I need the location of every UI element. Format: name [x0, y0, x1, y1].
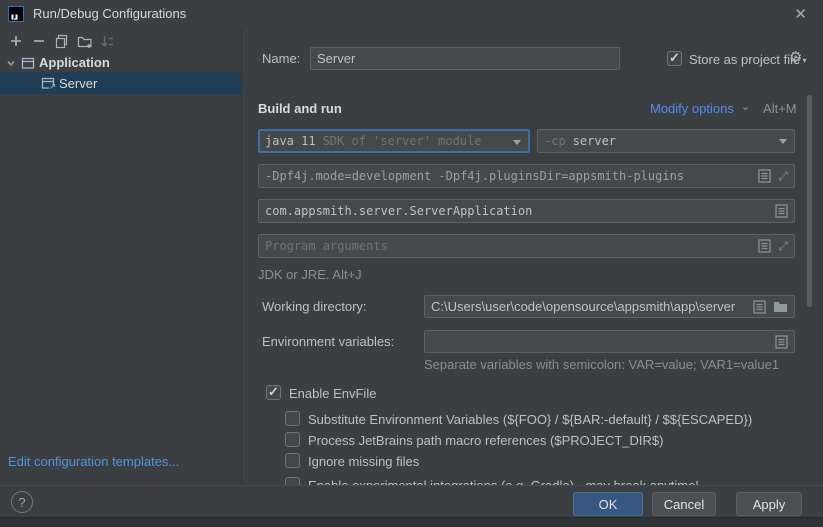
- jre-combobox[interactable]: java 11 SDK of 'server' module: [258, 129, 530, 153]
- experimental-integrations-label: Enable experimental integrations (e.g. G…: [308, 478, 699, 485]
- store-as-project-file-checkbox[interactable]: [667, 51, 682, 66]
- jre-value: java 11: [265, 134, 316, 148]
- chevron-down-icon[interactable]: [5, 57, 17, 69]
- combo-arrow-icon: [779, 139, 787, 144]
- name-label: Name:: [262, 51, 300, 66]
- jdk-hint: JDK or JRE. Alt+J: [258, 267, 362, 282]
- environment-variables-hint: Separate variables with semicolon: VAR=v…: [424, 357, 779, 372]
- expand-editor-icon[interactable]: ⤢: [778, 240, 788, 252]
- run-debug-configurations-dialog: Run/Debug Configurations ✕: [0, 0, 823, 527]
- configuration-form: Name: Store as project file ⚙▾ Build and…: [242, 27, 823, 485]
- working-directory-label: Working directory:: [262, 299, 367, 314]
- working-directory-input[interactable]: [431, 299, 747, 314]
- dialog-title: Run/Debug Configurations: [33, 6, 186, 21]
- sort-configurations-icon[interactable]: [96, 31, 119, 51]
- substitute-env-vars-label: Substitute Environment Variables (${FOO}…: [308, 412, 752, 427]
- ignore-missing-files-checkbox[interactable]: [285, 453, 300, 468]
- main-class-input[interactable]: [265, 204, 769, 218]
- macros-list-icon[interactable]: [753, 300, 766, 314]
- ignore-missing-files-label: Ignore missing files: [308, 454, 419, 469]
- enable-envfile-checkbox[interactable]: [266, 385, 281, 400]
- build-and-run-section-title: Build and run: [258, 101, 342, 116]
- help-button[interactable]: ?: [11, 491, 33, 513]
- vm-options-field-wrap: ⤢: [258, 164, 795, 188]
- environment-variables-field-wrap: [424, 330, 795, 353]
- program-arguments-input[interactable]: [265, 239, 752, 253]
- working-directory-field-wrap: [424, 295, 795, 318]
- chevron-down-icon: ⌄: [741, 100, 750, 113]
- apply-button[interactable]: Apply: [736, 492, 802, 516]
- edit-configuration-templates-link[interactable]: Edit configuration templates...: [8, 454, 179, 469]
- browse-class-list-icon[interactable]: [775, 204, 788, 218]
- vm-options-input[interactable]: [265, 169, 752, 183]
- modify-options-shortcut: Alt+M: [763, 101, 797, 116]
- modify-options-link[interactable]: Modify options: [650, 101, 734, 116]
- name-field-wrap: [310, 47, 620, 70]
- classpath-combobox[interactable]: -cp server: [537, 129, 795, 153]
- run-config-icon: [40, 75, 57, 91]
- tree-item-server[interactable]: Server: [0, 72, 241, 94]
- browse-folder-icon[interactable]: [773, 300, 788, 313]
- new-folder-icon[interactable]: [73, 31, 96, 51]
- environment-variables-label: Environment variables:: [262, 334, 394, 349]
- program-arguments-field-wrap: ⤢: [258, 234, 795, 258]
- footer-divider: [0, 485, 823, 486]
- tree-group-application[interactable]: Application: [0, 53, 241, 72]
- add-configuration-button[interactable]: [4, 31, 27, 51]
- enable-envfile-label: Enable EnvFile: [289, 386, 376, 401]
- classpath-value: server: [573, 134, 616, 148]
- modify-options-dropdown[interactable]: Modify options ⌄ Alt+M: [650, 101, 797, 116]
- copy-configuration-icon[interactable]: [50, 31, 73, 51]
- experimental-integrations-checkbox[interactable]: [285, 477, 300, 485]
- configurations-sidebar: Application Server Edit configuration te…: [0, 27, 242, 485]
- macros-list-icon[interactable]: [758, 169, 771, 183]
- ok-button[interactable]: OK: [573, 492, 643, 516]
- remove-configuration-button[interactable]: [27, 31, 50, 51]
- environment-variables-input[interactable]: [431, 334, 769, 349]
- env-vars-list-icon[interactable]: [775, 335, 788, 349]
- jre-hint: SDK of 'server' module: [323, 134, 482, 148]
- close-icon[interactable]: ✕: [794, 5, 807, 23]
- substitute-env-vars-checkbox[interactable]: [285, 411, 300, 426]
- vertical-scrollbar-thumb[interactable]: [807, 95, 812, 307]
- application-type-icon: [20, 55, 36, 71]
- titlebar: Run/Debug Configurations ✕: [0, 0, 823, 27]
- tree-group-label: Application: [39, 55, 110, 70]
- store-settings-gear-icon[interactable]: ⚙▾: [789, 50, 806, 65]
- sidebar-toolbar: [4, 31, 119, 51]
- name-input[interactable]: [317, 51, 613, 66]
- taskbar-strip: [0, 517, 823, 527]
- classpath-prefix: -cp: [544, 134, 566, 148]
- tree-item-label: Server: [59, 76, 97, 91]
- process-path-macros-label: Process JetBrains path macro references …: [308, 433, 663, 448]
- intellij-logo-icon: [8, 6, 24, 22]
- combo-arrow-icon: [513, 140, 521, 145]
- macros-list-icon[interactable]: [758, 239, 771, 253]
- process-path-macros-checkbox[interactable]: [285, 432, 300, 447]
- main-class-field-wrap: [258, 199, 795, 223]
- expand-editor-icon[interactable]: ⤢: [778, 170, 788, 182]
- store-as-project-file-label: Store as project file: [689, 52, 800, 67]
- cancel-button[interactable]: Cancel: [652, 492, 716, 516]
